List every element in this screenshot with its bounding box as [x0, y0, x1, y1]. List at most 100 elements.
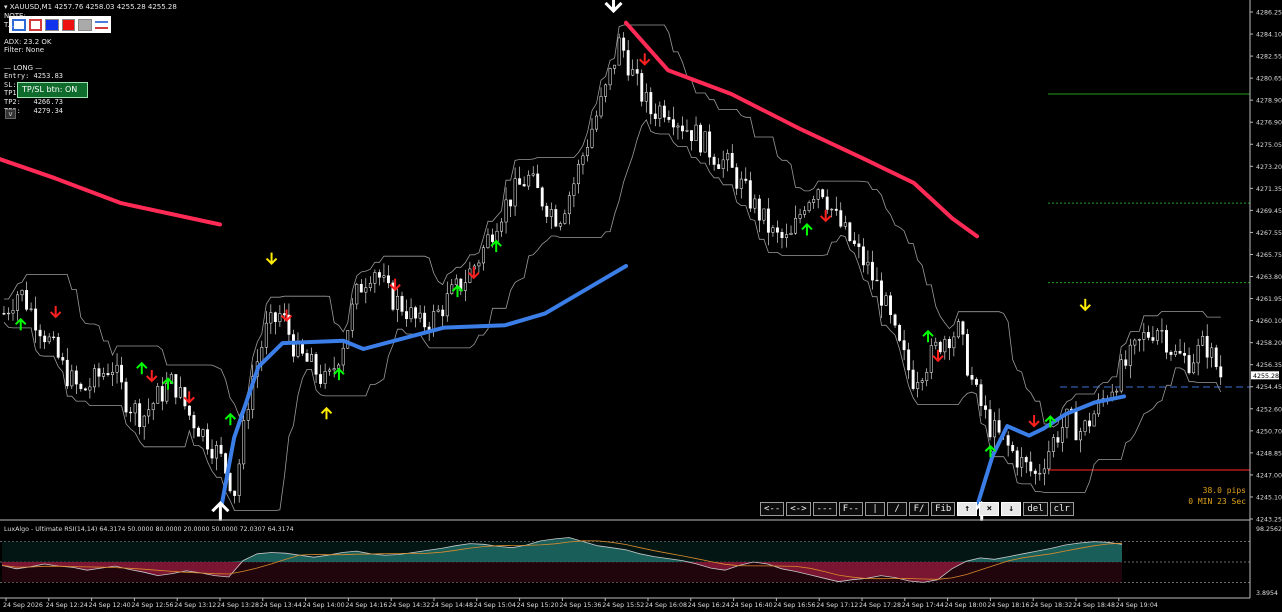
info-line: ADX: 23.2 OK: [4, 37, 52, 46]
time-tick-label: 24 Sep 15:20: [517, 602, 559, 609]
candle-body: [952, 336, 956, 349]
tool-arrow-both-button[interactable]: <->: [786, 502, 811, 516]
candle-body: [115, 364, 119, 373]
up-arrow-icon: [15, 317, 27, 331]
price-tick-label: 4254.45: [1256, 384, 1282, 391]
time-tick-label: 24 Sep 14:32: [388, 602, 430, 609]
candle-body: [405, 311, 408, 320]
candle-body: [943, 339, 947, 353]
candle-body: [70, 370, 74, 387]
delete-button[interactable]: del: [1023, 502, 1048, 516]
price-tick-label: 4269.45: [1256, 208, 1282, 215]
candle-body: [997, 420, 1001, 433]
tool-ray-button[interactable]: F--: [838, 502, 864, 516]
sell-arrow-button[interactable]: ↓: [1001, 502, 1022, 516]
buy-arrow-button[interactable]: ↑: [957, 502, 978, 516]
tp-sl-toggle-button[interactable]: TP/SL btn: ON: [17, 82, 88, 98]
time-tick-label: 24 Sep 19:04: [1116, 602, 1158, 609]
swatch-gray[interactable]: [78, 18, 92, 31]
candle-body: [920, 380, 924, 383]
collapse-triangle-icon[interactable]: ▾: [4, 3, 8, 11]
candle-body: [586, 147, 589, 157]
time-tick-label: 24 Sep 16:24: [688, 602, 730, 609]
down-arrow-icon: [49, 305, 62, 319]
swatch-red[interactable]: [61, 18, 76, 31]
price-tick-label: 4267.55: [1256, 230, 1282, 237]
candle-body: [839, 210, 843, 227]
candle-body: [206, 429, 209, 450]
candle-body: [902, 340, 906, 351]
time-tick-label: 24 Sep 15:52: [602, 602, 644, 609]
candle-body: [726, 153, 730, 161]
down-arrow-icon: [146, 370, 158, 383]
time-tick-label: 24 Sep 12:40: [89, 602, 131, 609]
red-ma-line: [0, 157, 222, 227]
time-tick-label: 24 Sep 16:08: [645, 602, 687, 609]
candle-body: [1146, 332, 1150, 338]
candle-body: [567, 195, 571, 215]
blue-ma-line: [220, 264, 628, 506]
clear-button[interactable]: clr: [1049, 502, 1074, 516]
candle-body: [1038, 472, 1042, 475]
candle-body: [1201, 336, 1205, 346]
price-tick-label: 4247.00: [1256, 472, 1282, 479]
candle-body: [106, 373, 110, 376]
candle-body: [463, 282, 467, 291]
candle-body: [893, 314, 897, 326]
candle-body: [681, 125, 684, 132]
candle-body: [988, 409, 992, 438]
candle-body: [1210, 347, 1214, 358]
candle-body: [47, 336, 51, 343]
candle-body: [273, 312, 277, 322]
candle-body: [1060, 427, 1064, 443]
candle-body: [771, 227, 775, 233]
up-arrow-icon: [224, 412, 237, 426]
candle-body: [789, 232, 793, 235]
candle-body: [337, 364, 341, 369]
collapse-button[interactable]: v: [5, 109, 16, 119]
time-tick-label: 24 Sep 14:16: [345, 602, 387, 609]
candle-body: [1187, 355, 1191, 374]
candle-body: [504, 199, 508, 223]
bar-countdown: 0 MIN 23 Sec: [1188, 497, 1246, 506]
candle-body: [187, 405, 191, 416]
price-tick-label: 4258.20: [1256, 340, 1282, 347]
candle-body: [1115, 390, 1119, 393]
swatch-line-style[interactable]: [94, 20, 109, 29]
tool-arrow-left-button[interactable]: <--: [760, 502, 785, 516]
candle-body: [730, 153, 734, 168]
tool-fib-button[interactable]: Fib: [931, 502, 956, 516]
candle-body: [1056, 437, 1060, 443]
candle-body: [377, 272, 381, 278]
tool-hline-button[interactable]: ---: [812, 502, 837, 516]
tool-fibfan-button[interactable]: F/: [909, 502, 930, 516]
candle-body: [441, 309, 445, 317]
candle-body: [92, 368, 96, 388]
tool-trendline-button[interactable]: /: [887, 502, 908, 516]
price-tick-label: 4284.10: [1256, 32, 1282, 39]
tool-vline-button[interactable]: |: [865, 502, 886, 516]
moving-averages: [0, 20, 1126, 506]
close-x-button[interactable]: ×: [979, 502, 1000, 516]
price-tick-label: 4286.25: [1256, 10, 1282, 17]
candle-body: [1047, 451, 1051, 470]
candle-body: [518, 178, 522, 185]
candle-body: [332, 368, 336, 371]
trade-info: NOTE: ... T... ADX: 23.2 OK Filter: None…: [4, 12, 63, 115]
candle-body: [142, 415, 146, 428]
candle-body: [382, 275, 386, 278]
candle-body: [1079, 431, 1082, 441]
info-line: Entry: 4253.83: [4, 72, 64, 81]
candle-body: [947, 339, 951, 349]
candle-body: [780, 232, 784, 239]
candle-body: [852, 240, 856, 244]
candle-body: [178, 387, 182, 398]
up-arrow-icon: [801, 223, 813, 236]
rsi-panel: LuxAlgo - Ultimate RSI(14,14) 64.3174 50…: [0, 526, 1282, 597]
candle-body: [861, 246, 865, 266]
candle-body: [197, 427, 200, 437]
up-arrow-icon: [320, 406, 333, 420]
candle-body: [1196, 344, 1200, 364]
candle-body: [703, 131, 707, 153]
